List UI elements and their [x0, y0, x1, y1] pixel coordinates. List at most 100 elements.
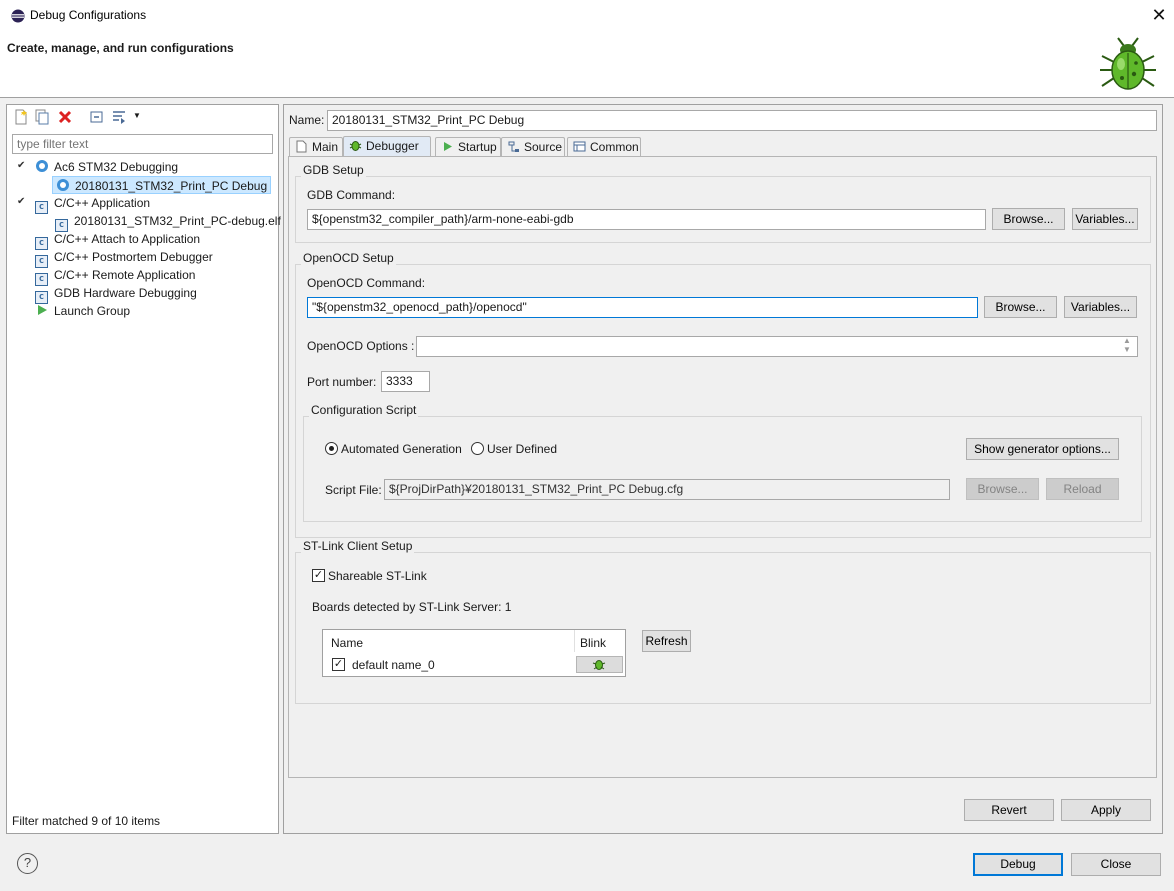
tree-item-label: Launch Group	[54, 304, 131, 318]
boards-detected-label: Boards detected by ST-Link Server: 1	[312, 600, 512, 614]
boards-table: Name Blink ✓ default name_0	[322, 629, 626, 677]
gdb-command-input[interactable]: ${openstm32_compiler_path}/arm-none-eabi…	[307, 209, 986, 230]
new-config-icon[interactable]	[13, 109, 29, 125]
debugger-tab-icon	[349, 141, 362, 151]
openocd-options-label: OpenOCD Options :	[307, 339, 415, 353]
tree-item-label: C/C++ Postmortem Debugger	[54, 250, 213, 264]
gdb-variables-button[interactable]: Variables...	[1072, 208, 1138, 230]
openocd-variables-button[interactable]: Variables...	[1064, 296, 1137, 318]
tab-label: Startup	[458, 140, 497, 154]
duplicate-icon[interactable]	[34, 109, 50, 125]
close-window-button[interactable]: ✕	[1148, 4, 1170, 26]
tree-item-elf[interactable]: c 20180131_STM32_Print_PC-debug.elf	[55, 212, 281, 232]
blink-bug-icon	[592, 660, 606, 670]
source-tab-icon	[508, 141, 519, 152]
port-number-label: Port number:	[307, 375, 377, 389]
openocd-setup-label: OpenOCD Setup	[301, 251, 396, 265]
refresh-button[interactable]: Refresh	[642, 630, 691, 652]
filter-icon[interactable]	[111, 109, 127, 125]
tab-main[interactable]: Main	[289, 137, 343, 157]
window-title: Debug Configurations	[30, 8, 147, 22]
launch-group-icon	[38, 305, 47, 315]
automated-generation-radio[interactable]	[325, 442, 338, 455]
options-scroll-arrows-icon[interactable]: ▲ ▼	[1123, 336, 1131, 354]
stlink-setup-label: ST-Link Client Setup	[301, 539, 415, 553]
config-script-label: Configuration Script	[309, 403, 419, 417]
tree-item-label: GDB Hardware Debugging	[54, 286, 197, 300]
collapse-icon[interactable]: ✔	[17, 196, 25, 207]
tab-source[interactable]: Source	[501, 137, 565, 157]
debug-button[interactable]: Debug	[973, 853, 1063, 876]
debug-bug-icon	[1100, 37, 1156, 90]
tree-item-c-remote[interactable]: c C/C++ Remote Application	[35, 266, 196, 286]
common-tab-icon	[573, 141, 586, 152]
openocd-options-input[interactable]	[416, 336, 1138, 357]
collapse-all-icon[interactable]	[89, 109, 105, 125]
close-button[interactable]: Close	[1071, 853, 1161, 876]
openocd-command-label: OpenOCD Command:	[307, 276, 426, 290]
col-blink-header: Blink	[580, 636, 607, 650]
startup-tab-icon	[444, 142, 452, 151]
tree-item-c-postmortem[interactable]: c C/C++ Postmortem Debugger	[35, 248, 213, 268]
port-number-input[interactable]: 3333	[381, 371, 430, 392]
gdb-browse-button[interactable]: Browse...	[992, 208, 1065, 230]
tab-startup[interactable]: Startup	[435, 137, 501, 157]
tab-debugger[interactable]: Debugger	[343, 136, 431, 157]
user-defined-radio[interactable]	[471, 442, 484, 455]
tab-label: Main	[312, 140, 339, 154]
tree-item-c-application[interactable]: c C/C++ Application	[35, 194, 151, 214]
openocd-browse-button[interactable]: Browse...	[984, 296, 1057, 318]
filter-input[interactable]	[12, 134, 273, 154]
openocd-command-input[interactable]: "${openstm32_openocd_path}/openocd"	[307, 297, 978, 318]
tree-item-label: C/C++ Remote Application	[54, 268, 196, 282]
gdb-setup-label: GDB Setup	[301, 163, 366, 177]
title-bar	[0, 0, 1174, 32]
blink-button[interactable]	[576, 656, 623, 673]
collapse-icon[interactable]: ✔	[17, 160, 25, 171]
tree-item-label: 20180131_STM32_Print_PC Debug	[75, 179, 268, 193]
tree-item-ac6[interactable]: Ac6 STM32 Debugging	[35, 158, 178, 176]
tree-item-gdb-hardware[interactable]: c GDB Hardware Debugging	[35, 284, 197, 304]
tab-label: Source	[524, 140, 563, 154]
script-reload-button[interactable]: Reload	[1046, 478, 1119, 500]
automated-generation-label: Automated Generation	[341, 442, 462, 456]
name-input[interactable]: 20180131_STM32_Print_PC Debug	[327, 110, 1157, 131]
tree-item-label: 20180131_STM32_Print_PC-debug.elf	[74, 214, 281, 228]
board-row-name: default name_0	[352, 658, 435, 672]
config-script-group	[303, 416, 1142, 522]
eclipse-icon	[11, 9, 25, 23]
filter-status: Filter matched 9 of 10 items	[12, 814, 161, 828]
script-file-label: Script File:	[325, 483, 382, 497]
col-name-header: Name	[331, 636, 364, 650]
tree-item-print-pc-debug[interactable]: 20180131_STM32_Print_PC Debug	[52, 176, 272, 194]
shareable-stlink-label: Shareable ST-Link	[328, 569, 427, 583]
tree-item-label: C/C++ Attach to Application	[54, 232, 201, 246]
ac6-config-icon	[57, 179, 69, 191]
filter-dropdown-icon[interactable]: ▼	[133, 111, 141, 120]
script-browse-button[interactable]: Browse...	[966, 478, 1039, 500]
show-generator-options-button[interactable]: Show generator options...	[966, 438, 1119, 460]
tree-item-label: C/C++ Application	[54, 196, 151, 210]
script-file-input[interactable]: ${ProjDirPath}¥20180131_STM32_Print_PC D…	[384, 479, 950, 500]
revert-button[interactable]: Revert	[964, 799, 1054, 821]
header-banner: Create, manage, and run configurations	[0, 32, 1174, 98]
tree-item-launch-group[interactable]: Launch Group	[35, 302, 130, 320]
tree-item-label: Ac6 STM32 Debugging	[54, 160, 179, 174]
ac6-debug-icon	[36, 160, 48, 172]
help-button[interactable]: ?	[17, 853, 38, 874]
column-divider	[574, 630, 575, 652]
delete-icon[interactable]	[57, 109, 73, 125]
c-app-icon: c	[35, 201, 48, 214]
name-label: Name:	[289, 113, 325, 127]
banner-title: Create, manage, and run configurations	[7, 41, 234, 55]
board-row-checkbox[interactable]: ✓	[332, 658, 345, 671]
tab-label: Debugger	[366, 139, 419, 153]
gdb-command-label: GDB Command:	[307, 188, 396, 202]
shareable-stlink-checkbox[interactable]: ✓	[312, 569, 325, 582]
tab-common[interactable]: Common	[567, 137, 641, 157]
user-defined-label: User Defined	[487, 442, 558, 456]
tree-item-c-attach[interactable]: c C/C++ Attach to Application	[35, 230, 201, 250]
main-tab-icon	[296, 140, 307, 153]
apply-button[interactable]: Apply	[1061, 799, 1151, 821]
tab-label: Common	[590, 140, 639, 154]
